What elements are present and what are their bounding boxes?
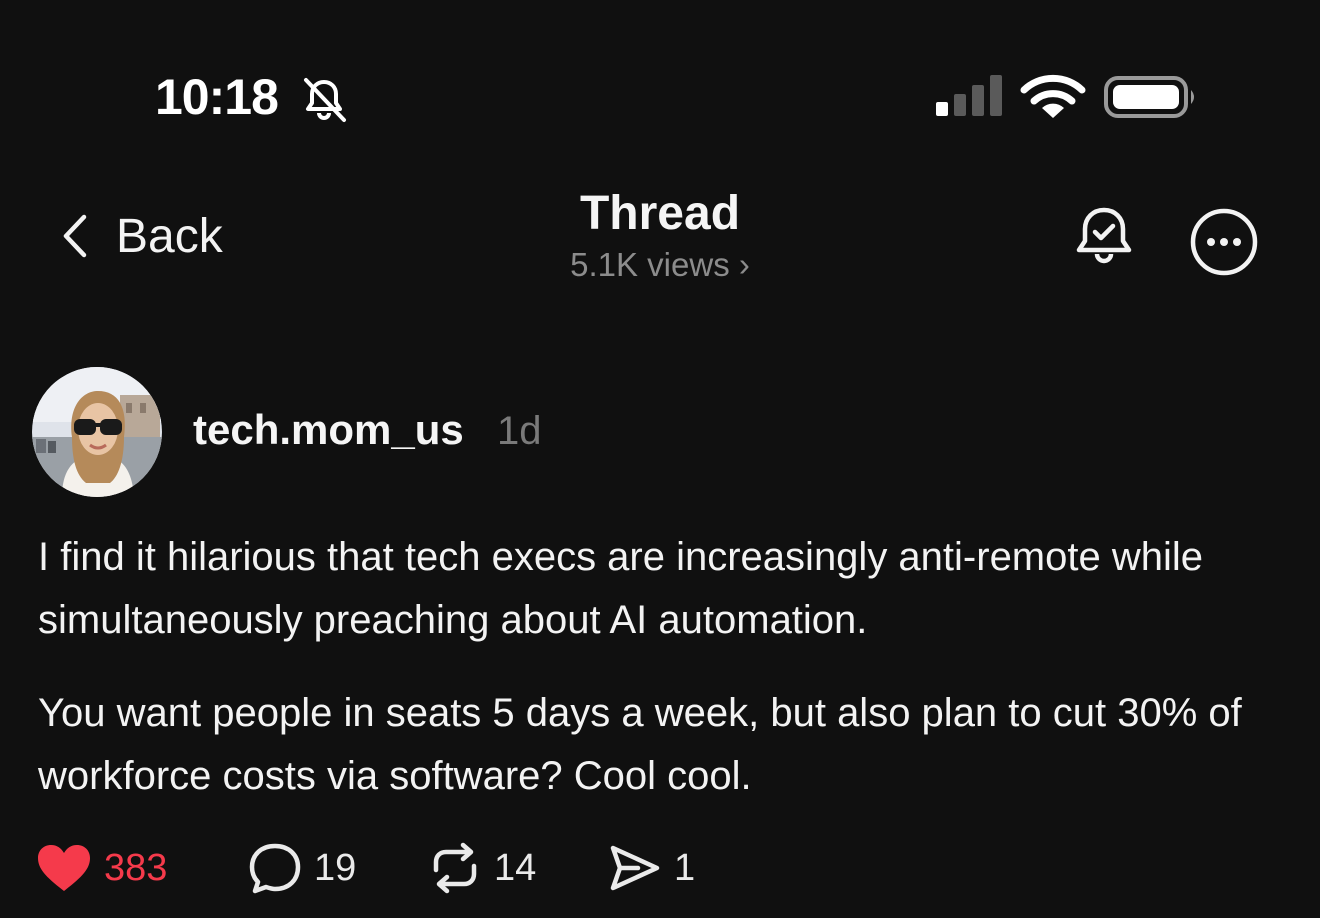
more-icon[interactable] — [1188, 206, 1260, 278]
avatar[interactable] — [32, 367, 162, 497]
share-count: 1 — [674, 846, 696, 889]
post-timestamp: 1d — [497, 409, 542, 453]
views-count: 5.1K views — [570, 246, 730, 283]
repost-count: 14 — [494, 846, 537, 889]
wifi-icon — [1020, 74, 1086, 118]
heart-icon — [38, 845, 90, 891]
avatar-photo — [32, 367, 162, 497]
post-paragraph: You want people in seats 5 days a week, … — [38, 691, 1242, 798]
repost-icon — [433, 842, 477, 894]
like-button[interactable]: 383 — [36, 840, 167, 896]
share-button[interactable]: 1 — [608, 840, 695, 896]
like-count: 383 — [104, 846, 168, 889]
bell-check-icon[interactable] — [1070, 202, 1138, 270]
status-time: 10:18 — [155, 69, 279, 125]
bell-slash-icon — [304, 78, 346, 122]
thread-screen: 10:18 Back Thread 5.1K views › tech.mom_… — [0, 0, 1320, 918]
reply-button[interactable]: 19 — [248, 840, 356, 896]
chevron-right-icon: › — [738, 246, 750, 283]
comment-icon — [249, 843, 301, 894]
send-icon — [610, 845, 660, 891]
reply-count: 19 — [314, 846, 357, 889]
cellular-signal-icon — [936, 75, 1002, 116]
author-username[interactable]: tech.mom_us — [193, 406, 464, 454]
repost-button[interactable]: 14 — [428, 840, 536, 896]
battery-icon — [1104, 76, 1194, 118]
post-paragraph: I find it hilarious that tech execs are … — [38, 535, 1203, 642]
